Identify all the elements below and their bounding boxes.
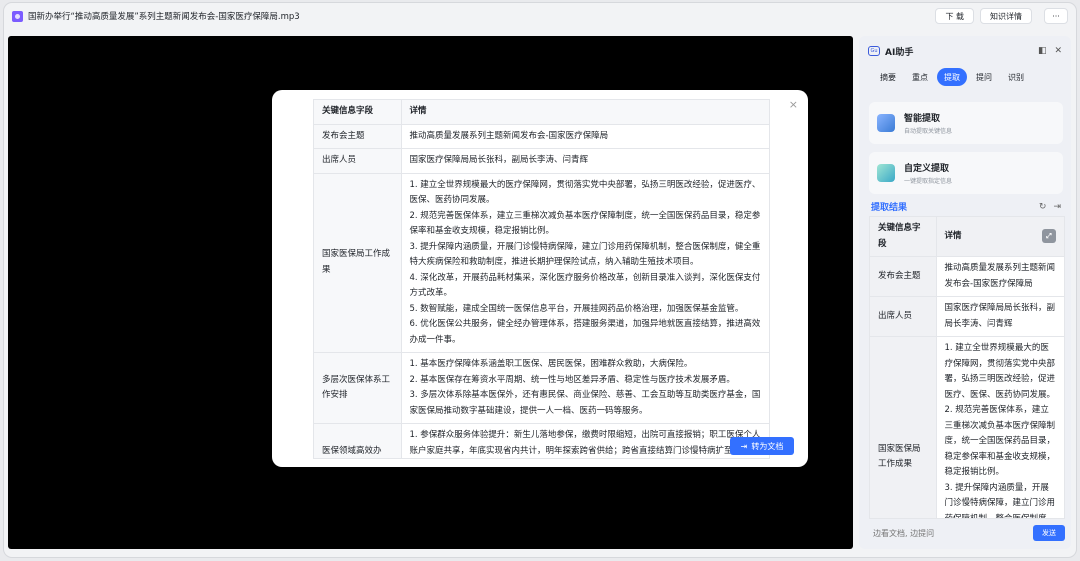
tab-highlights[interactable]: 重点 (905, 68, 935, 86)
question-bar: 发送 (869, 523, 1065, 543)
more-button[interactable]: ··· (1044, 8, 1068, 24)
results-title: 提取结果 (871, 203, 908, 213)
extract-results-dialog: × 关键信息字段 详情 发布会主题 推动高质量发展系列主题新闻发布会-国家医疗保… (272, 90, 808, 467)
results-table[interactable]: 关键信息字段 ⤢ 详情 发布会主题 推动高质量发展系列主题新闻发布会-国家医疗保障… (869, 216, 1065, 519)
convert-to-document-button[interactable]: ⇥ 转为文档 (730, 437, 794, 455)
header-field: 关键信息字段 (314, 100, 402, 125)
app-window: 国新办举行“推动高质量发展”系列主题新闻发布会-国家医疗保障局.mp3 下 载 … (4, 3, 1076, 557)
header-field: 关键信息字段 (870, 217, 937, 257)
table-header-row: 关键信息字段 详情 (314, 100, 769, 125)
results-header: 提取结果 ↻ ⇥ (871, 200, 1061, 214)
custom-extract-subtitle: 一键提取指定信息 (904, 178, 953, 185)
ai-assistant-panel: Gu AI助手 ◧ ✕ 摘要 重点 提取 提问 识别 智能提取 自动提取关键信息… (859, 36, 1071, 549)
ai-logo-icon: Gu (868, 46, 880, 56)
dialog-results-table[interactable]: 关键信息字段 详情 发布会主题 推动高质量发展系列主题新闻发布会-国家医疗保障局… (313, 99, 770, 459)
close-icon[interactable]: × (789, 98, 798, 111)
title-bar: 国新办举行“推动高质量发展”系列主题新闻发布会-国家医疗保障局.mp3 下 载 … (4, 3, 1076, 29)
panel-title: AI助手 (885, 47, 914, 58)
tab-extract[interactable]: 提取 (937, 68, 967, 86)
audio-file-icon (12, 10, 23, 22)
export-icon: ⇥ (740, 441, 748, 451)
panel-header: Gu AI助手 ◧ ✕ (859, 36, 1071, 66)
header-detail: ⤢ 详情 (936, 217, 1064, 257)
table-row: 出席人员 国家医疗保障局局长张科，副局长李涛、闫青辉 (870, 296, 1064, 337)
knowledge-details-button[interactable]: 知识详情 (980, 8, 1032, 24)
custom-extract-title: 自定义提取 (904, 164, 950, 174)
send-button[interactable]: 发送 (1033, 525, 1065, 541)
table-row: 医保领域高效办 1. 参保群众服务体验提升：新生儿落地参保，缴费时限缩短，出院可… (314, 423, 769, 458)
expand-icon[interactable]: ⤢ (1042, 228, 1056, 243)
panel-tabs: 摘要 重点 提取 提问 识别 (873, 68, 1033, 86)
custom-extract-card[interactable]: 自定义提取 一键提取指定信息 (869, 152, 1063, 194)
dock-panel-icon[interactable]: ◧ (1038, 46, 1047, 56)
table-row: 国家医保局工作成果 1. 建立全世界规模最大的医疗保障网，贯彻落实党中央部署，弘… (314, 173, 769, 353)
download-button[interactable]: 下 载 (935, 8, 974, 24)
table-row: 国家医保局工作成果 1. 建立全世界规模最大的医疗保障网，贯彻落实党中央部署，弘… (870, 336, 1064, 518)
header-detail: 详情 (401, 100, 769, 125)
table-header-row: 关键信息字段 ⤢ 详情 (870, 217, 1064, 257)
smart-extract-title: 智能提取 (904, 114, 941, 124)
smart-extract-icon (877, 114, 895, 132)
refresh-icon[interactable]: ↻ (1039, 202, 1047, 212)
file-title: 国新办举行“推动高质量发展”系列主题新闻发布会-国家医疗保障局.mp3 (28, 12, 300, 22)
export-icon[interactable]: ⇥ (1053, 202, 1061, 212)
table-row: 出席人员 国家医疗保障局局长张科，副局长李涛、闫青辉 (314, 148, 769, 174)
close-icon[interactable]: ✕ (1054, 46, 1062, 56)
custom-extract-icon (877, 164, 895, 182)
tab-summary[interactable]: 摘要 (873, 68, 903, 86)
smart-extract-card[interactable]: 智能提取 自动提取关键信息 (869, 102, 1063, 144)
table-row: 多层次医保体系工作安排 1. 基本医疗保障体系涵盖职工医保、居民医保，困难群众救… (314, 352, 769, 424)
tab-recognize[interactable]: 识别 (1001, 68, 1031, 86)
smart-extract-subtitle: 自动提取关键信息 (904, 128, 953, 135)
table-row: 发布会主题 推动高质量发展系列主题新闻发布会-国家医疗保障局 (314, 124, 769, 149)
tab-ask[interactable]: 提问 (969, 68, 999, 86)
question-input[interactable] (869, 528, 1033, 538)
table-row: 发布会主题 推动高质量发展系列主题新闻发布会-国家医疗保障局 (870, 256, 1064, 297)
